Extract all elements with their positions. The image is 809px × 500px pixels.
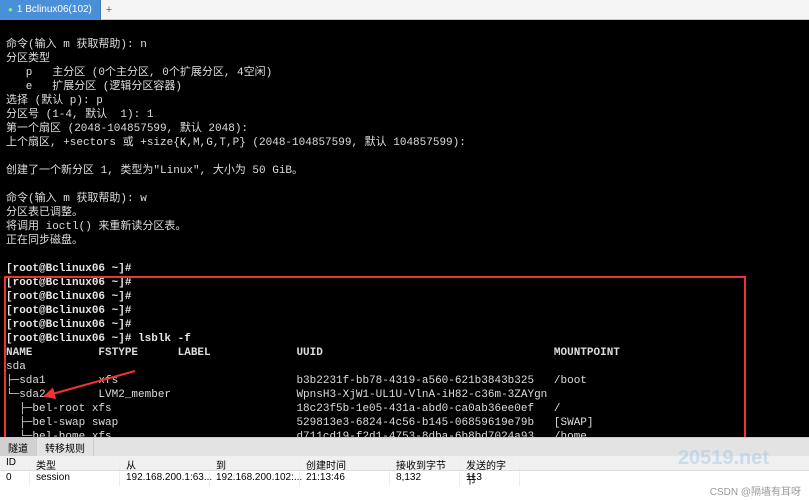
- col-ctime[interactable]: 创建时间: [300, 456, 390, 470]
- tab-title: Bclinux06(102): [25, 4, 92, 15]
- lsblk-row: ├─bel-swap swap 529813e3-6824-4c56-b145-…: [6, 417, 594, 429]
- lsblk-row: sda: [6, 361, 26, 373]
- term-line: p 主分区 (0个主分区, 0个扩展分区, 4空闲): [6, 67, 272, 79]
- cell-ctime: 21:13:46: [300, 471, 390, 486]
- prompt: [root@Bclinux06 ~]#: [6, 277, 131, 289]
- prompt: [root@Bclinux06 ~]#: [6, 305, 131, 317]
- lsblk-row: └─sda2 LVM2_member WpnsH3-XjW1-UL1U-VlnA…: [6, 389, 547, 401]
- grid-header: ID 类型 从 到 创建时间 接收到字节 发送的字节: [0, 456, 809, 471]
- cell-recv: 8,132: [390, 471, 460, 486]
- add-tab-button[interactable]: +: [101, 4, 117, 16]
- cell-type: session: [30, 471, 120, 486]
- term-line: 分区表已调整。: [6, 207, 83, 219]
- col-type[interactable]: 类型: [30, 456, 120, 470]
- connections-grid: ID 类型 从 到 创建时间 接收到字节 发送的字节 0 session 192…: [0, 456, 809, 486]
- term-line: 上个扇区, +sectors 或 +size{K,M,G,T,P} (2048-…: [6, 137, 466, 149]
- cell-sent: 113: [460, 471, 520, 486]
- term-line: 创建了一个新分区 1, 类型为"Linux", 大小为 50 GiB。: [6, 165, 303, 177]
- prompt: [root@Bclinux06 ~]#: [6, 263, 131, 275]
- status-dot-icon: ●: [8, 5, 13, 14]
- term-line: 分区类型: [6, 53, 50, 65]
- col-from[interactable]: 从: [120, 456, 210, 470]
- bottom-panel: 隧道 转移规则 ID 类型 从 到 创建时间 接收到字节 发送的字节 0 ses…: [0, 437, 809, 500]
- lsblk-row: └─bel-home xfs d711cd19-f2d1-4753-8dba-6…: [6, 431, 587, 437]
- table-row[interactable]: 0 session 192.168.200.1:63... 192.168.20…: [0, 471, 809, 486]
- term-line: 命令(输入 m 获取帮助): w: [6, 193, 147, 205]
- cell-from: 192.168.200.1:63...: [120, 471, 210, 486]
- session-tab[interactable]: ● 1 Bclinux06(102): [0, 0, 101, 20]
- lsblk-header: NAME FSTYPE LABEL UUID MOUNTPOINT: [6, 347, 620, 359]
- csdn-credit: CSDN @隔墙有耳呀: [710, 483, 801, 498]
- term-line: 正在同步磁盘。: [6, 235, 83, 247]
- col-id[interactable]: ID: [0, 456, 30, 470]
- term-line: 分区号 (1-4, 默认 1): 1: [6, 109, 153, 121]
- term-line: 选择 (默认 p): p: [6, 95, 103, 107]
- bottom-tabs: 隧道 转移规则: [0, 438, 809, 456]
- col-recv[interactable]: 接收到字节: [390, 456, 460, 470]
- prompt: [root@Bclinux06 ~]#: [6, 291, 131, 303]
- window-titlebar: ● 1 Bclinux06(102) +: [0, 0, 809, 20]
- term-line: 将调用 ioctl() 来重新读分区表。: [6, 221, 186, 233]
- term-line: e 扩展分区 (逻辑分区容器): [6, 81, 182, 93]
- prompt: [root@Bclinux06 ~]# lsblk -f: [6, 333, 191, 345]
- tab-index: 1: [17, 4, 23, 15]
- terminal-output: 命令(输入 m 获取帮助): n 分区类型 p 主分区 (0个主分区, 0个扩展…: [0, 20, 809, 437]
- cell-to: 192.168.200.102:...: [210, 471, 300, 486]
- term-line: 命令(输入 m 获取帮助): n: [6, 39, 147, 51]
- lsblk-row: ├─sda1 xfs b3b2231f-bb78-4319-a560-621b3…: [6, 375, 587, 387]
- col-to[interactable]: 到: [210, 456, 300, 470]
- col-sent[interactable]: 发送的字节: [460, 456, 520, 470]
- lsblk-row: ├─bel-root xfs 18c23f5b-1e05-431a-abd0-c…: [6, 403, 561, 415]
- terminal-area[interactable]: 命令(输入 m 获取帮助): n 分区类型 p 主分区 (0个主分区, 0个扩展…: [0, 20, 809, 437]
- cell-id: 0: [0, 471, 30, 486]
- prompt: [root@Bclinux06 ~]#: [6, 319, 131, 331]
- tab-transfer-rules[interactable]: 转移规则: [37, 438, 94, 456]
- tab-tunnel[interactable]: 隧道: [0, 438, 37, 456]
- term-line: 第一个扇区 (2048-104857599, 默认 2048):: [6, 123, 248, 135]
